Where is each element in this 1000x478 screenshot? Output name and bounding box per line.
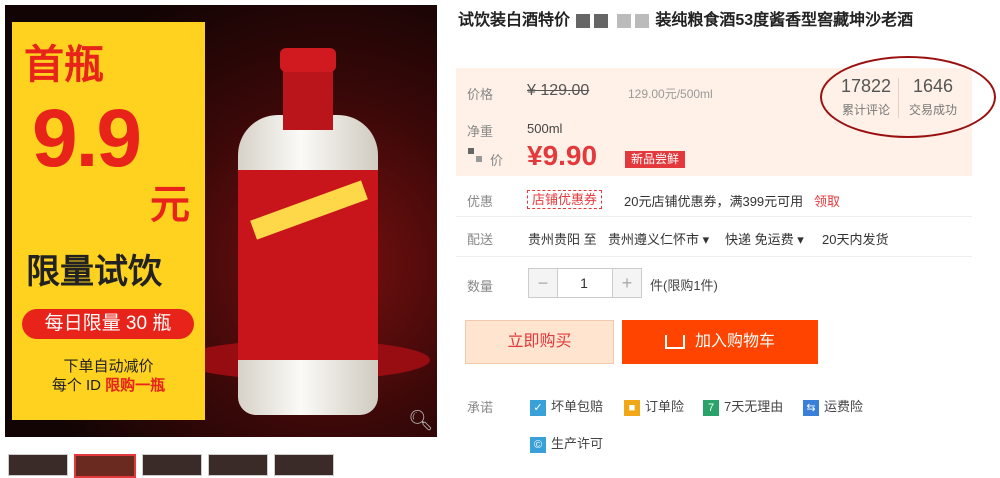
redacted-block <box>594 13 609 28</box>
quantity-input[interactable]: 1 <box>556 268 612 298</box>
shipping-destination-text: 贵州遵义仁怀市 <box>608 232 700 247</box>
price-icon-square <box>476 156 482 162</box>
promo-note-limit: 每个 ID 限购一瓶 <box>12 374 205 395</box>
coupon-tag[interactable]: 店铺优惠券 <box>527 190 603 209</box>
add-to-cart-label: 加入购物车 <box>694 333 775 350</box>
promise-item[interactable]: 7 7天无理由 <box>703 396 783 416</box>
new-product-badge: 新品尝鲜 <box>625 151 685 168</box>
sale-price-label: 价 <box>490 153 504 168</box>
shipping-method-text: 快递 免运费 <box>725 232 794 247</box>
promo-note-auto-discount: 下单自动减价 <box>63 358 154 375</box>
add-to-cart-button[interactable]: 加入购物车 <box>622 320 818 364</box>
hand-drawn-circle-annotation <box>820 56 996 138</box>
coupon-label: 优惠 <box>467 194 494 209</box>
shipping-label: 配送 <box>467 232 494 247</box>
price-icon-square <box>468 148 474 154</box>
thumbnail-2[interactable] <box>142 454 202 476</box>
quantity-decrease-button[interactable]: − <box>528 268 558 298</box>
promise-label: 坏单包赔 <box>551 399 604 414</box>
buy-now-button[interactable]: 立即购买 <box>465 320 614 364</box>
product-title: 试饮装白酒特价 装纯粮食酒53度酱香型窖藏坤沙老酒 <box>458 10 978 32</box>
thumbnail-0[interactable] <box>8 454 68 476</box>
shipping-dispatch-time: 20天内发货 <box>822 232 889 247</box>
redacted-block <box>576 13 591 28</box>
shipping-from: 贵州贵阳 至 <box>528 232 597 247</box>
bottle-cap-graphic <box>280 48 336 72</box>
quantity-limit-note: 件(限购1件) <box>650 278 718 293</box>
promise-label: 生产许可 <box>551 436 604 451</box>
promise-item[interactable]: © 生产许可 <box>530 433 603 453</box>
zoom-icon[interactable]: 🔍︎ <box>408 408 433 432</box>
divider <box>456 216 972 217</box>
quantity-label: 数量 <box>467 279 494 294</box>
coupon-claim-link[interactable]: 领取 <box>814 191 840 210</box>
shipping-destination-select[interactable]: 贵州遵义仁怀市 ▾ <box>608 229 709 248</box>
license-icon: © <box>530 436 546 453</box>
price-tag-icon <box>468 148 482 162</box>
promise-label: 订单险 <box>645 399 685 414</box>
quantity-increase-button[interactable]: + <box>612 268 642 298</box>
promo-note-prefix: 每个 ID <box>51 377 106 394</box>
chevron-down-icon: ▾ <box>702 232 710 247</box>
promise-label: 运费险 <box>824 399 864 414</box>
cart-icon <box>664 334 685 349</box>
thumbnail-4[interactable] <box>274 454 334 476</box>
promo-price: 9.9 <box>32 93 142 184</box>
weight-label: 净重 <box>467 124 494 139</box>
weight-value: 500ml <box>527 121 563 136</box>
shipping-method-select[interactable]: 快递 免运费 ▾ <box>725 229 804 248</box>
coupon-text: 20元店铺优惠券，满399元可用 <box>624 194 804 209</box>
promises-label: 承诺 <box>467 400 494 415</box>
promo-limited-trial: 限量试饮 <box>26 253 162 291</box>
shield-icon: ✓ <box>530 399 546 416</box>
promo-yuan: 元 <box>150 183 190 227</box>
divider <box>456 256 972 257</box>
promo-note-highlight: 限购一瓶 <box>105 377 166 394</box>
redacted-block <box>634 13 649 28</box>
promise-item[interactable]: ■ 订单险 <box>624 396 684 416</box>
price-label: 价格 <box>467 87 494 102</box>
promo-banner: 首瓶 9.9 元 限量试饮 每日限量 30 瓶 下单自动减价 每个 ID 限购一… <box>12 22 205 420</box>
seven-day-icon: 7 <box>703 399 719 416</box>
promo-first-bottle: 首瓶 <box>24 43 104 87</box>
shipping-insurance-icon: ⇆ <box>803 399 819 416</box>
promo-daily-limit: 每日限量 30 瓶 <box>22 309 194 339</box>
sale-price: ¥9.90 <box>527 140 598 171</box>
promise-item[interactable]: ✓ 坏单包赔 <box>530 396 603 416</box>
unit-price: 129.00元/500ml <box>628 87 713 101</box>
original-price: ¥ 129.00 <box>527 82 590 99</box>
redacted-block <box>616 13 631 28</box>
chevron-down-icon: ▾ <box>797 232 804 247</box>
promise-item[interactable]: ⇆ 运费险 <box>803 396 863 416</box>
promise-label: 7天无理由 <box>724 399 784 414</box>
title-part-2: 装纯粮食酒53度酱香型窖藏坤沙老酒 <box>655 12 914 29</box>
thumbnail-1[interactable] <box>74 454 136 478</box>
thumbnail-3[interactable] <box>208 454 268 476</box>
insurance-icon: ■ <box>624 399 640 416</box>
title-part-1: 试饮装白酒特价 <box>458 12 571 29</box>
